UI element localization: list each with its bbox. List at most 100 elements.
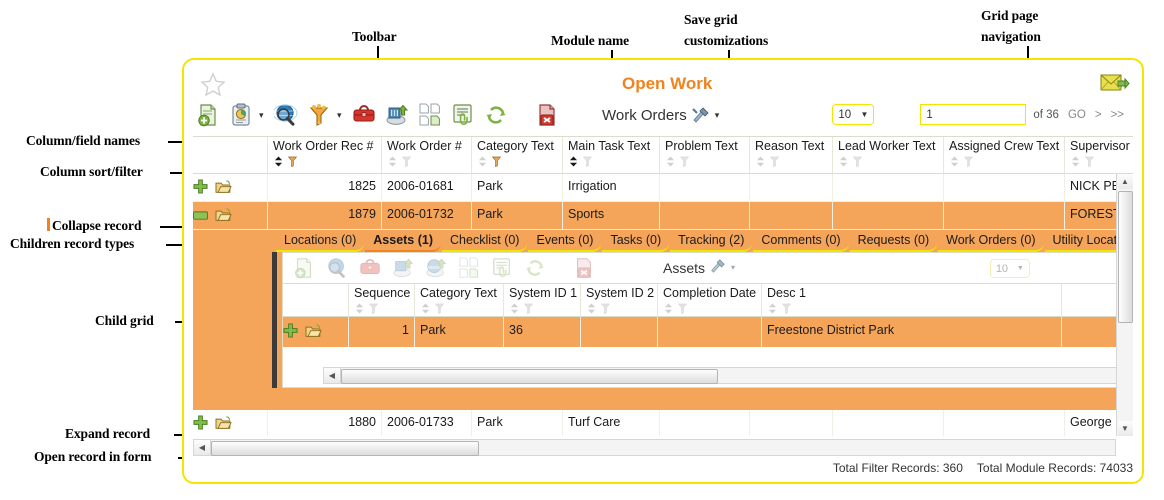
- child-hscroll-thumb[interactable]: [341, 369, 718, 384]
- copy-pages-icon[interactable]: [415, 100, 445, 130]
- grid-vertical-scrollbar[interactable]: ▲ ▼: [1116, 174, 1133, 436]
- row-controls[interactable]: [193, 202, 268, 229]
- child-column-header-category-text[interactable]: Category Text: [415, 284, 504, 316]
- child-column-header-system-id-2[interactable]: System ID 2: [581, 284, 658, 316]
- vscroll-track[interactable]: [1118, 189, 1133, 421]
- page-size-select[interactable]: 10 ▼: [832, 104, 874, 125]
- column-header-work-order-rec[interactable]: Work Order Rec #: [268, 137, 382, 173]
- next-page-button[interactable]: >: [1095, 109, 1102, 121]
- scroll-up-arrow-icon[interactable]: ▲: [1118, 174, 1133, 189]
- expand-record-button[interactable]: [283, 323, 298, 341]
- vscroll-thumb[interactable]: [1118, 191, 1133, 323]
- row-controls[interactable]: [193, 174, 268, 201]
- column-header-lead-worker-text[interactable]: Lead Worker Text: [833, 137, 944, 173]
- child-hscroll-track[interactable]: [341, 368, 1127, 383]
- child-tab-assets-1[interactable]: Assets (1): [365, 232, 441, 252]
- open-record-in-form-button[interactable]: [215, 179, 232, 197]
- child-tab-tracking-2[interactable]: Tracking (2): [670, 232, 752, 252]
- child-column-header-row-controls[interactable]: [283, 284, 349, 316]
- column-sort-filter-controls[interactable]: [477, 156, 558, 167]
- open-record-in-form-button[interactable]: [305, 323, 322, 341]
- column-header-reason-text[interactable]: Reason Text: [750, 137, 833, 173]
- favorite-star-icon[interactable]: [198, 70, 228, 100]
- column-header-work-order[interactable]: Work Order #: [382, 137, 472, 173]
- filter-caret-icon[interactable]: ▾: [337, 111, 345, 120]
- attachment-document-icon[interactable]: [487, 253, 517, 283]
- export-web-icon[interactable]: www: [421, 253, 451, 283]
- column-sort-filter-controls[interactable]: [755, 156, 828, 167]
- child-column-header-completion-date[interactable]: Completion Date: [658, 284, 762, 316]
- search-globe-icon[interactable]: [271, 100, 301, 130]
- child-page-size-select[interactable]: 10▼: [990, 259, 1030, 278]
- column-header-problem-text[interactable]: Problem Text: [660, 137, 750, 173]
- child-column-sort-filter-controls[interactable]: [509, 303, 576, 314]
- export-building-icon[interactable]: [382, 100, 412, 130]
- column-sort-filter-controls[interactable]: [838, 156, 939, 167]
- child-tab-checklist-0[interactable]: Checklist (0): [442, 232, 527, 252]
- child-table-row[interactable]: 1Park36Freestone District Park: [283, 317, 1133, 347]
- envelope-icon[interactable]: [1100, 72, 1130, 94]
- column-sort-filter-controls[interactable]: [1070, 156, 1133, 167]
- child-tab-events-0[interactable]: Events (0): [528, 232, 601, 252]
- collapse-record-button[interactable]: [193, 209, 208, 223]
- toolbox-icon[interactable]: [355, 253, 385, 283]
- child-tab-requests-0[interactable]: Requests (0): [850, 232, 938, 252]
- new-record-icon[interactable]: [289, 253, 319, 283]
- scroll-left-arrow-icon[interactable]: ◀: [194, 440, 211, 455]
- column-sort-filter-controls[interactable]: [273, 156, 377, 167]
- column-header-supervisor-text[interactable]: Supervisor Text: [1065, 137, 1133, 173]
- table-row[interactable]: 18252006-01681ParkIrrigationNICK PETERS: [193, 174, 1133, 202]
- expand-record-button[interactable]: [193, 179, 208, 197]
- export-building-icon[interactable]: [388, 253, 418, 283]
- column-sort-filter-controls[interactable]: [665, 156, 745, 167]
- child-column-sort-filter-controls[interactable]: [420, 303, 499, 314]
- filter-funnel-icon[interactable]: [304, 100, 334, 130]
- row-controls[interactable]: [193, 410, 268, 436]
- reports-caret-icon[interactable]: ▾: [259, 111, 267, 120]
- open-record-in-form-button[interactable]: [215, 415, 232, 433]
- wrench-screwdriver-icon[interactable]: [691, 106, 711, 124]
- column-header-row-controls[interactable]: [193, 137, 268, 173]
- child-column-header-sequence[interactable]: Sequence: [349, 284, 415, 316]
- child-tab-comments-0[interactable]: Comments (0): [753, 232, 848, 252]
- child-horizontal-scrollbar[interactable]: ◀: [323, 367, 1128, 384]
- table-row[interactable]: 18802006-01733ParkTurf CareGeorge Butler: [193, 410, 1133, 436]
- child-column-sort-filter-controls[interactable]: [354, 303, 410, 314]
- child-column-sort-filter-controls[interactable]: [586, 303, 653, 314]
- column-sort-filter-controls[interactable]: [387, 156, 467, 167]
- child-column-header-desc-1[interactable]: Desc 1: [762, 284, 1062, 316]
- child-tab-locations-0[interactable]: Locations (0): [276, 232, 364, 252]
- table-row[interactable]: 18792006-01732ParkSportsFOREST SCHOTTI: [193, 202, 1133, 230]
- open-record-in-form-button[interactable]: [215, 207, 232, 225]
- new-record-icon[interactable]: [193, 100, 223, 130]
- expand-record-button[interactable]: [193, 415, 208, 433]
- hscroll-thumb[interactable]: [211, 441, 479, 456]
- module-menu-caret-icon[interactable]: ▾: [715, 111, 723, 120]
- delete-record-icon[interactable]: [569, 253, 599, 283]
- refresh-icon[interactable]: [520, 253, 550, 283]
- page-number-input[interactable]: 1: [920, 104, 1026, 125]
- refresh-icon[interactable]: [481, 100, 511, 130]
- toolbox-icon[interactable]: [349, 100, 379, 130]
- scroll-left-arrow-icon[interactable]: ◀: [324, 368, 341, 383]
- grid-horizontal-scrollbar[interactable]: ◀: [193, 439, 1116, 456]
- copy-pages-icon[interactable]: [454, 253, 484, 283]
- column-header-category-text[interactable]: Category Text: [472, 137, 563, 173]
- child-tab-tasks-0[interactable]: Tasks (0): [602, 232, 669, 252]
- child-column-sort-filter-controls[interactable]: [767, 303, 1057, 314]
- last-page-button[interactable]: >>: [1111, 109, 1124, 121]
- child-column-header-system-id-1[interactable]: System ID 1: [504, 284, 581, 316]
- child-column-sort-filter-controls[interactable]: [663, 303, 757, 314]
- child-row-controls[interactable]: [283, 317, 349, 347]
- hscroll-track[interactable]: [211, 440, 1115, 455]
- child-tab-work-orders-0[interactable]: Work Orders (0): [938, 232, 1043, 252]
- search-globe-icon[interactable]: [322, 253, 352, 283]
- attachment-document-icon[interactable]: [448, 100, 478, 130]
- go-button[interactable]: GO: [1068, 109, 1086, 121]
- child-menu-caret-icon[interactable]: ▾: [731, 263, 735, 272]
- scroll-down-arrow-icon[interactable]: ▼: [1118, 421, 1133, 436]
- wrench-screwdriver-icon[interactable]: [709, 258, 727, 277]
- column-header-assigned-crew-text[interactable]: Assigned Crew Text: [944, 137, 1065, 173]
- delete-record-icon[interactable]: [532, 100, 562, 130]
- column-sort-filter-controls[interactable]: [568, 156, 655, 167]
